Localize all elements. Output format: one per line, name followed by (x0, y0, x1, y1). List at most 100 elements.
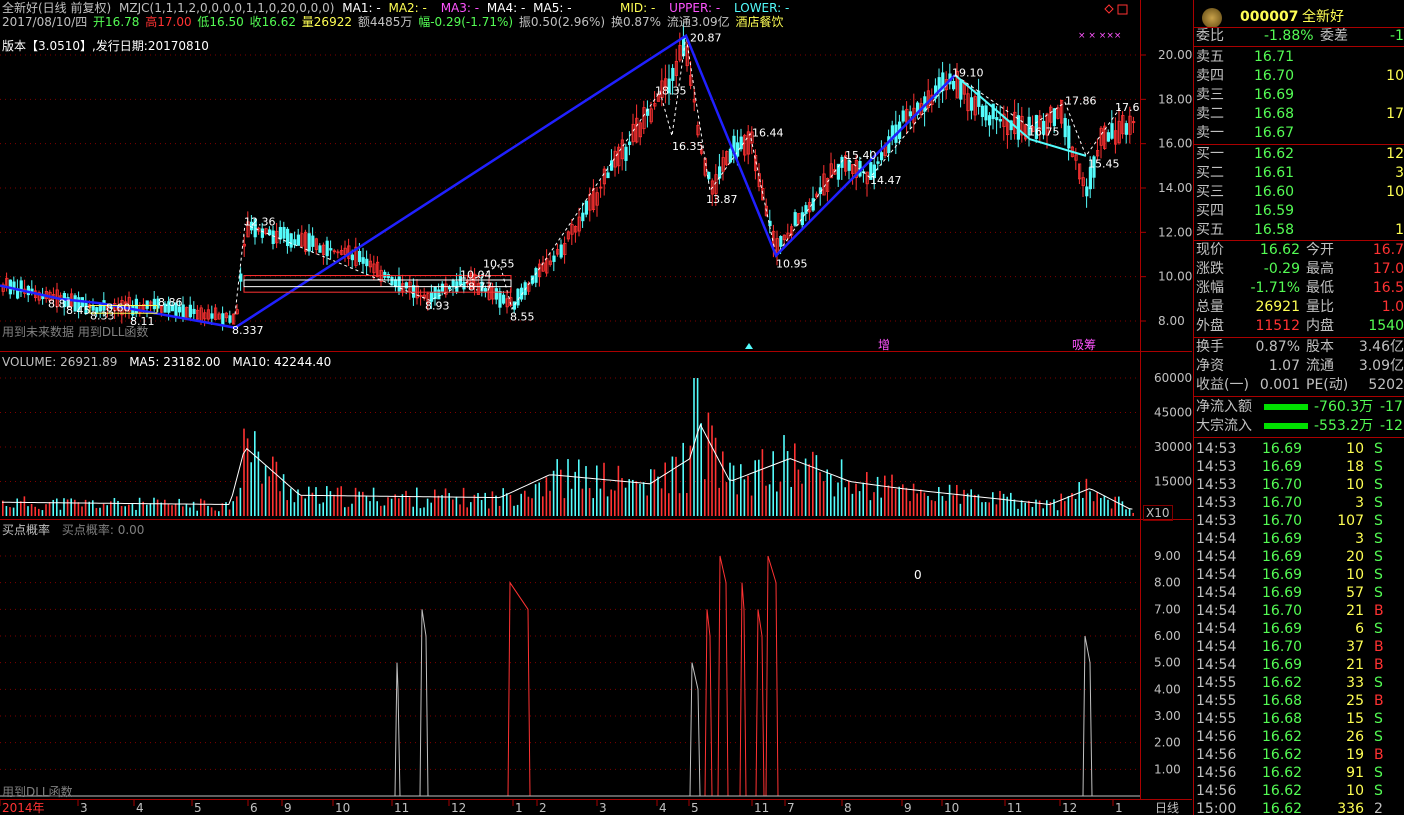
candle-body (437, 289, 441, 300)
quote-value: -0.29 (1263, 261, 1300, 277)
ask-row: 卖四 16.70 10 (1194, 67, 1404, 85)
volume-bar (732, 465, 735, 516)
panel-separator (1194, 396, 1404, 397)
price-tick-label: 20.00 (1158, 48, 1192, 62)
volume-bar (462, 487, 465, 516)
volume-bar (873, 492, 875, 516)
stat-row: 净资 1.07 流通 3.09亿 (1194, 357, 1404, 375)
volume-bar (218, 511, 220, 516)
volume-bar (765, 485, 767, 516)
x-axis-label: 9 (904, 801, 912, 815)
volume-bar (1121, 501, 1124, 516)
tick-price: 16.62 (1262, 801, 1303, 815)
volume-bar (628, 479, 630, 516)
ask-label: 卖一 (1196, 125, 1224, 141)
ask-row: 卖三 16.69 (1194, 86, 1404, 104)
volume-bar (362, 491, 364, 516)
volume-bar (113, 497, 116, 516)
tick-volume: 3 (1355, 495, 1364, 511)
quote-amp: 振0.50(2.96%) (518, 15, 606, 29)
volume-bar (12, 507, 15, 516)
volume-ma10: MA10: 42244.40 (232, 355, 332, 369)
volume-bar (632, 479, 634, 516)
candle-body (988, 115, 992, 126)
volume-bar (322, 502, 324, 516)
mid-label: MID: - (620, 1, 656, 15)
volume-bar (599, 488, 602, 516)
candle-body (908, 111, 913, 117)
volume-value: VOLUME: 26921.89 (2, 355, 118, 369)
tick-price: 16.70 (1262, 603, 1303, 619)
chart-canvas[interactable]: 20.0018.0016.0014.0012.0010.008.008.458.… (0, 0, 1192, 815)
volume-bar (556, 459, 558, 516)
volume-bar (95, 507, 98, 516)
volume-bar (617, 465, 620, 516)
flow-value: -553.2万 (1314, 418, 1374, 434)
volume-bar (552, 470, 555, 516)
price-marker-label: 14.47 (870, 174, 902, 187)
volume-bar (642, 482, 645, 516)
volume-bar (23, 496, 26, 516)
volume-bar (711, 425, 713, 516)
candle-body (210, 313, 214, 319)
period-label[interactable]: 日线 (1155, 801, 1179, 815)
tick-volume: 3 (1355, 531, 1364, 547)
bid-price: 16.60 (1254, 184, 1295, 200)
volume-bar (1017, 508, 1019, 516)
stat-label: 收益(一) (1196, 377, 1249, 393)
price-marker-label: 13.87 (706, 193, 738, 206)
candle-body (793, 212, 797, 226)
price-marker-label: 8.55 (510, 311, 535, 324)
tick-time: 14:56 (1196, 747, 1237, 763)
price-marker-label: 8.86 (158, 296, 183, 309)
tick-price: 16.62 (1262, 675, 1303, 691)
volume-bar (286, 500, 288, 516)
candle-body (995, 117, 999, 121)
volume-bar (513, 505, 515, 516)
candle-body (779, 236, 783, 247)
quote-turnover: 换0.87% (610, 15, 662, 29)
tick-row: 14:53 16.69 10 S (1194, 440, 1404, 458)
volume-bar (678, 493, 681, 516)
volume-bar (758, 459, 760, 516)
volume-bar (84, 499, 87, 516)
candle-body (998, 119, 1003, 122)
quote-label: 现价 (1196, 242, 1224, 258)
tick-side: S (1374, 531, 1383, 547)
candle-body (671, 67, 675, 81)
buy-probability-spike (765, 555, 779, 797)
volume-bar (761, 449, 764, 516)
ask-row: 卖五 16.71 (1194, 48, 1404, 66)
price-marker-label: 10.55 (483, 257, 515, 270)
volume-bar (585, 466, 587, 516)
buy-prob-name: 买点概率 (2, 523, 51, 537)
volume-bar (927, 495, 929, 516)
volume-bar (77, 502, 80, 516)
volume-bar (369, 501, 371, 516)
bid-label: 买二 (1196, 165, 1224, 181)
tick-volume: 10 (1346, 783, 1364, 799)
volume-bar (412, 506, 414, 516)
tick-volume: 57 (1346, 585, 1364, 601)
bid-price: 16.58 (1254, 222, 1295, 238)
flow-pct: -17 (1380, 399, 1403, 415)
tick-time: 14:55 (1196, 711, 1237, 727)
price-marker-label: 8.337 (232, 324, 264, 337)
volume-bar (700, 423, 702, 516)
candle-body (512, 301, 517, 310)
volume-bar (1031, 506, 1034, 516)
tick-row: 14:54 16.69 6 S (1194, 620, 1404, 638)
volume-unit-badge[interactable]: X10 (1143, 505, 1173, 521)
volume-bar (660, 488, 663, 516)
tick-volume: 10 (1346, 567, 1364, 583)
volume-bar (794, 443, 796, 516)
volume-bar (722, 451, 724, 516)
volume-bar (596, 465, 598, 516)
chart-area[interactable]: 20.00 18.00 16.00 14.00 12.00 10.00 8.00 8.45 8.… (0, 0, 1192, 815)
candle-body (325, 240, 329, 257)
candle-body (581, 212, 585, 222)
volume-bar (664, 462, 666, 516)
volume-bar (588, 488, 591, 516)
candle-body (984, 105, 988, 121)
volume-bar (426, 498, 429, 516)
